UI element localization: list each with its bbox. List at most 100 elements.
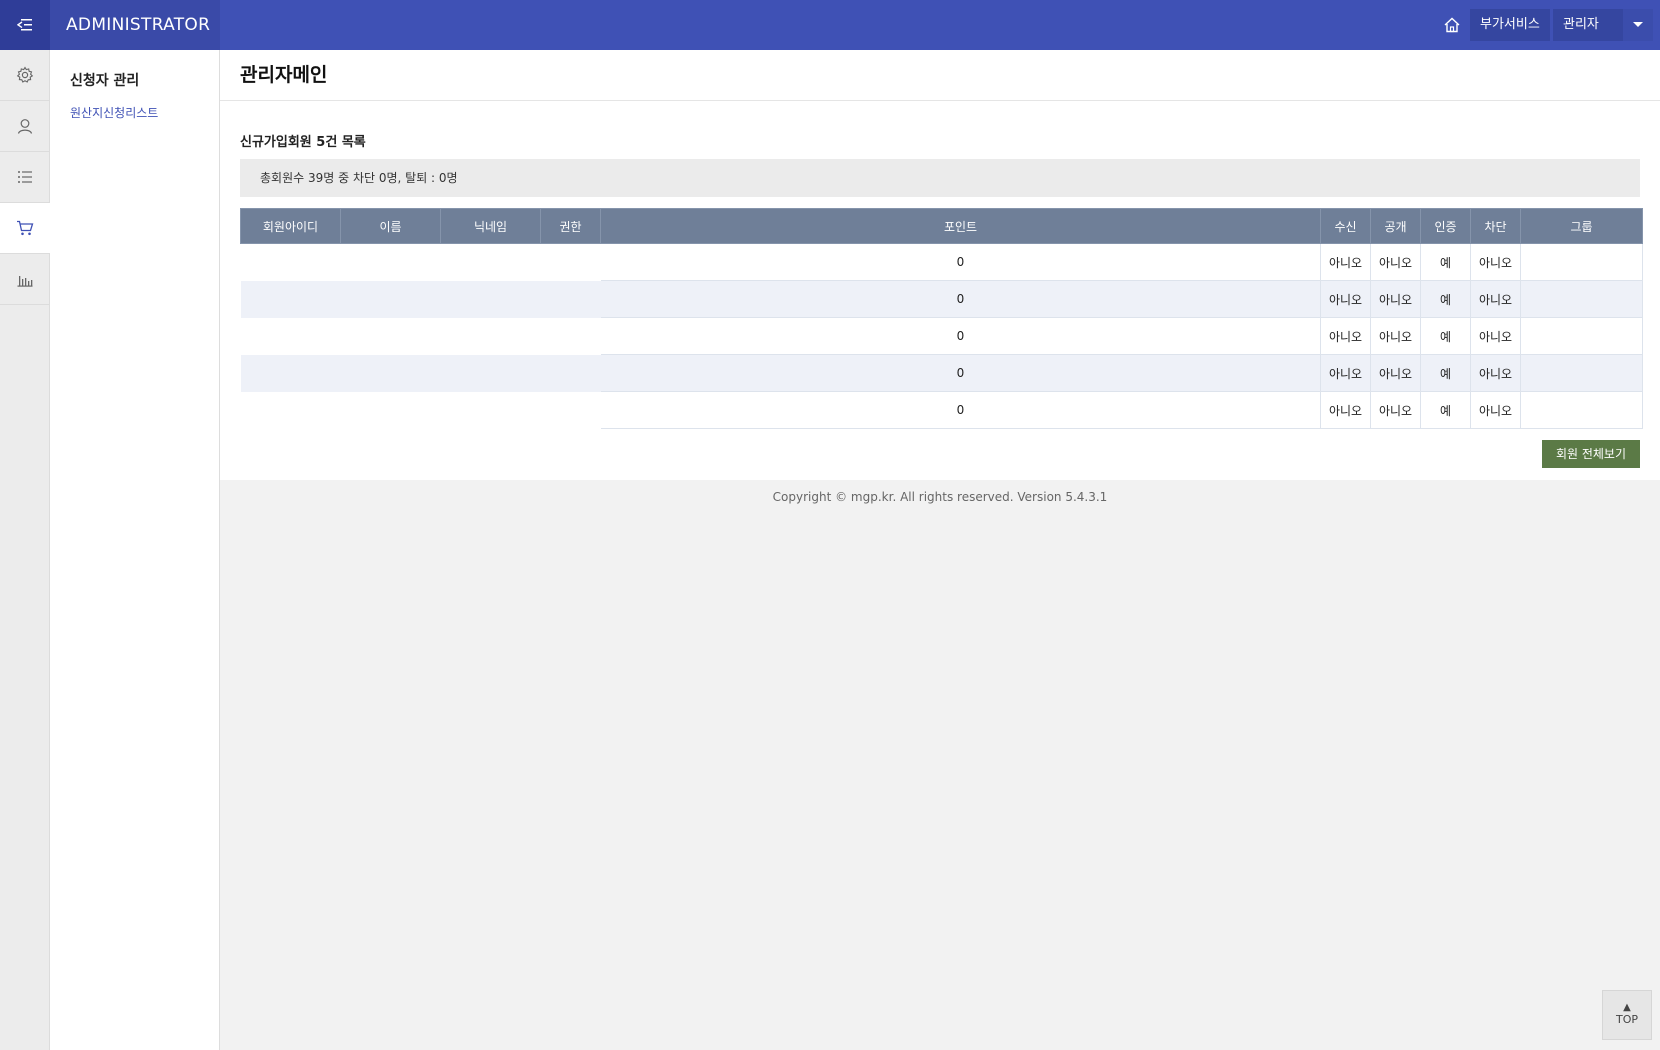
top-header: ADMINISTRATOR 부가서비스 관리자 — [0, 0, 1660, 50]
member-group-cell — [1520, 280, 1643, 318]
member-block-cell: 아니오 — [1470, 243, 1521, 281]
member-point-cell: 0 — [600, 354, 1321, 392]
menu-collapse-icon — [17, 19, 32, 31]
member-nick-cell — [440, 354, 541, 392]
scroll-top-label: TOP — [1615, 1013, 1638, 1026]
member-receive-cell: 아니오 — [1320, 354, 1371, 392]
member-open-cell: 아니오 — [1370, 280, 1421, 318]
member-group-cell — [1520, 243, 1643, 281]
member-group-cell — [1520, 391, 1643, 429]
main-content: 관리자메인 신규가입회원 5건 목록 총회원수 39명 중 차단 0명, 탈퇴 … — [220, 50, 1660, 480]
icon-rail — [0, 50, 50, 1050]
member-block-cell: 아니오 — [1470, 280, 1521, 318]
table-row: 0 아니오 아니오 예 아니오 — [241, 317, 1643, 355]
submenu-panel: 신청자 관리 원산지신청리스트 — [50, 50, 220, 1050]
rail-item-members[interactable] — [0, 101, 50, 152]
table-row: 0 아니오 아니오 예 아니오 — [240, 280, 1643, 318]
menu-toggle-button[interactable] — [0, 0, 50, 50]
col-header-point[interactable]: 포인트 — [600, 208, 1321, 244]
member-name-cell — [340, 280, 441, 318]
new-members-section: 신규가입회원 5건 목록 총회원수 39명 중 차단 0명, 탈퇴 : 0명 회… — [220, 131, 1660, 468]
member-open-cell: 아니오 — [1370, 391, 1421, 429]
col-header-name[interactable]: 이름 — [340, 208, 441, 244]
col-header-level[interactable]: 권한 — [540, 208, 601, 244]
member-open-cell: 아니오 — [1370, 354, 1421, 392]
member-block-cell: 아니오 — [1470, 354, 1521, 392]
rail-item-shop[interactable] — [0, 203, 50, 254]
member-cert-cell: 예 — [1420, 354, 1471, 392]
submenu-link-origin-list[interactable]: 원산지신청리스트 — [70, 104, 199, 121]
col-header-cert[interactable]: 인증 — [1420, 208, 1471, 244]
member-id-cell[interactable] — [241, 318, 341, 355]
member-block-cell: 아니오 — [1470, 317, 1521, 355]
user-icon — [17, 119, 33, 134]
member-nick-cell — [441, 244, 541, 281]
member-name-cell — [341, 318, 441, 355]
new-members-table: 회원아이디 이름 닉네임 권한 포인트 수신 공개 인증 차단 그룹 0 아니오… — [240, 208, 1643, 429]
col-header-nickname[interactable]: 닉네임 — [440, 208, 541, 244]
list-icon — [18, 171, 32, 183]
member-point-cell: 0 — [600, 317, 1321, 355]
member-nick-cell — [441, 392, 541, 429]
arrow-up-icon: ▲ — [1623, 1002, 1631, 1013]
member-group-cell — [1520, 317, 1643, 355]
scroll-top-button[interactable]: ▲ TOP — [1602, 990, 1652, 1040]
col-header-block[interactable]: 차단 — [1470, 208, 1521, 244]
member-receive-cell: 아니오 — [1320, 317, 1371, 355]
cart-icon — [17, 220, 34, 236]
member-id-cell[interactable] — [240, 280, 341, 318]
member-nick-cell — [440, 280, 541, 318]
home-icon[interactable] — [1442, 15, 1462, 35]
member-point-cell: 0 — [600, 280, 1321, 318]
admin-button[interactable]: 관리자 — [1553, 9, 1623, 41]
member-receive-cell: 아니오 — [1320, 243, 1371, 281]
member-id-cell[interactable] — [241, 244, 341, 281]
member-block-cell: 아니오 — [1470, 391, 1521, 429]
member-cert-cell: 예 — [1420, 243, 1471, 281]
admin-dropdown-button[interactable] — [1623, 9, 1653, 41]
member-receive-cell: 아니오 — [1320, 391, 1371, 429]
table-actions: 회원 전체보기 — [240, 440, 1640, 468]
table-row: 0 아니오 아니오 예 아니오 — [241, 391, 1643, 429]
col-header-group[interactable]: 그룹 — [1520, 208, 1643, 244]
member-nick-cell — [441, 318, 541, 355]
member-level-cell — [541, 244, 601, 281]
member-open-cell: 아니오 — [1370, 317, 1421, 355]
member-cert-cell: 예 — [1420, 280, 1471, 318]
member-point-cell: 0 — [600, 391, 1321, 429]
member-id-cell[interactable] — [241, 392, 341, 429]
page-title: 관리자메인 — [220, 50, 1660, 101]
col-header-receive[interactable]: 수신 — [1320, 208, 1371, 244]
caret-down-icon — [1633, 22, 1643, 27]
member-group-cell — [1520, 354, 1643, 392]
member-cert-cell: 예 — [1420, 317, 1471, 355]
member-name-cell — [341, 244, 441, 281]
brand-title[interactable]: ADMINISTRATOR — [50, 0, 220, 50]
footer-copyright: Copyright © mgp.kr. All rights reserved.… — [772, 490, 1108, 504]
member-point-cell: 0 — [600, 243, 1321, 281]
col-header-open[interactable]: 공개 — [1370, 208, 1421, 244]
table-row: 0 아니오 아니오 예 아니오 — [240, 354, 1643, 392]
gear-icon — [16, 66, 34, 83]
rail-item-stats[interactable] — [0, 254, 50, 305]
member-cert-cell: 예 — [1420, 391, 1471, 429]
rail-item-settings[interactable] — [0, 50, 50, 101]
member-level-cell — [540, 354, 601, 392]
extra-services-button[interactable]: 부가서비스 — [1470, 9, 1550, 41]
member-level-cell — [540, 280, 601, 318]
table-header-row: 회원아이디 이름 닉네임 권한 포인트 수신 공개 인증 차단 그룹 — [240, 208, 1643, 244]
member-open-cell: 아니오 — [1370, 243, 1421, 281]
bar-chart-icon — [17, 276, 33, 287]
section-title: 신규가입회원 5건 목록 — [240, 135, 366, 150]
member-name-cell — [341, 392, 441, 429]
member-level-cell — [541, 318, 601, 355]
member-id-cell[interactable] — [240, 354, 341, 392]
submenu-title: 신청자 관리 — [70, 73, 140, 89]
member-name-cell — [340, 354, 441, 392]
view-all-members-button[interactable]: 회원 전체보기 — [1541, 440, 1640, 468]
member-summary: 총회원수 39명 중 차단 0명, 탈퇴 : 0명 — [240, 159, 1640, 197]
member-receive-cell: 아니오 — [1320, 280, 1371, 318]
rail-item-boards[interactable] — [0, 152, 50, 203]
col-header-id[interactable]: 회원아이디 — [240, 208, 341, 244]
member-level-cell — [541, 392, 601, 429]
